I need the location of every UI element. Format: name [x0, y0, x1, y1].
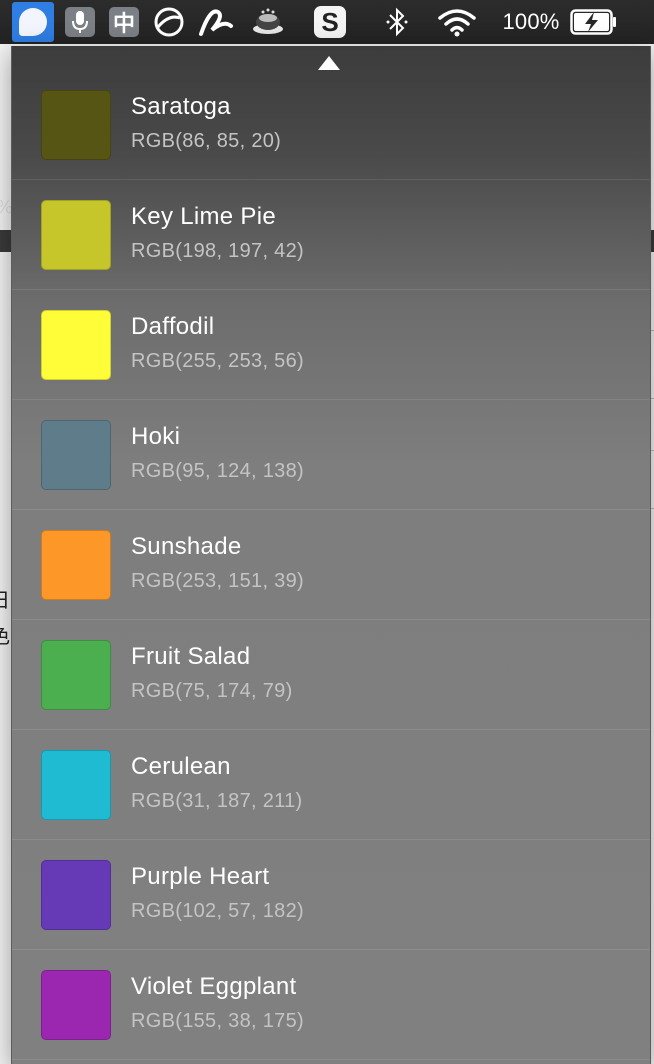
- color-swatch: [41, 530, 111, 600]
- color-rgb-value: RGB(75, 174, 79): [131, 680, 293, 702]
- color-name: Cerulean: [131, 753, 231, 780]
- bluetooth-menu-item[interactable]: [382, 0, 412, 44]
- color-name: Key Lime Pie: [131, 203, 276, 230]
- color-row[interactable]: Fruit Salad RGB(75, 174, 79): [12, 620, 650, 730]
- tray-menu-item[interactable]: [248, 0, 288, 44]
- app-dot-icon: [19, 8, 47, 36]
- color-swatch: [41, 90, 111, 160]
- s-app-icon: S: [314, 6, 346, 38]
- circle-slash-icon: [154, 7, 184, 37]
- wifi-menu-item[interactable]: [436, 0, 478, 44]
- color-row[interactable]: Key Lime Pie RGB(198, 197, 42): [12, 180, 650, 290]
- color-row[interactable]: Purple Heart RGB(102, 57, 182): [12, 840, 650, 950]
- dictation-menu-item[interactable]: [64, 0, 96, 44]
- color-swatch: [41, 420, 111, 490]
- color-name: Purple Heart: [131, 863, 270, 890]
- color-app-menu-item[interactable]: [12, 2, 54, 42]
- color-rgb-value: RGB(31, 187, 211): [131, 790, 303, 812]
- battery-percentage: 100%: [502, 9, 560, 34]
- tray-icon: [253, 8, 283, 34]
- color-rgb-value: RGB(95, 124, 138): [131, 460, 304, 482]
- color-name: Fruit Salad: [131, 643, 251, 670]
- color-row[interactable]: Sunshade RGB(253, 151, 39): [12, 510, 650, 620]
- color-name: Violet Eggplant: [131, 973, 297, 1000]
- color-swatch: [41, 970, 111, 1040]
- color-name: Daffodil: [131, 313, 215, 340]
- microphone-icon: [65, 7, 95, 37]
- color-list: Saratoga RGB(86, 85, 20) Key Lime Pie RGB(1…: [12, 70, 650, 1060]
- color-swatch: [41, 200, 111, 270]
- bluetooth-icon: [386, 7, 408, 37]
- color-rgb-value: RGB(198, 197, 42): [131, 240, 304, 262]
- color-swatch: [41, 640, 111, 710]
- color-row[interactable]: Hoki RGB(95, 124, 138): [12, 400, 650, 510]
- background-text: 色: [0, 620, 10, 649]
- background-text: 日: [0, 584, 10, 613]
- color-row[interactable]: Saratoga RGB(86, 85, 20): [12, 70, 650, 180]
- color-swatch: [41, 750, 111, 820]
- color-rgb-value: RGB(155, 38, 175): [131, 1010, 304, 1032]
- color-rgb-value: RGB(255, 253, 56): [131, 350, 304, 372]
- color-swatch: [41, 310, 111, 380]
- pen-swoosh-icon: [199, 9, 233, 36]
- color-swatch: [41, 860, 111, 930]
- wifi-icon: [438, 9, 476, 37]
- color-name: Saratoga: [131, 93, 231, 120]
- status-menu-item[interactable]: [151, 0, 187, 44]
- color-rgb-value: RGB(86, 85, 20): [131, 130, 282, 152]
- s-app-menu-item[interactable]: S: [312, 0, 348, 44]
- color-name: Hoki: [131, 423, 181, 450]
- color-row[interactable]: Cerulean RGB(31, 187, 211): [12, 730, 650, 840]
- color-name: Sunshade: [131, 533, 242, 560]
- input-source-menu-item[interactable]: 中: [108, 0, 140, 44]
- popover-arrow: [318, 56, 340, 70]
- color-rgb-value: RGB(253, 151, 39): [131, 570, 304, 592]
- menu-bar: 中 S 100%: [0, 0, 654, 44]
- color-picker-popover: Saratoga RGB(86, 85, 20) Key Lime Pie RGB(1…: [11, 46, 651, 1064]
- color-row[interactable]: Violet Eggplant RGB(155, 38, 175): [12, 950, 650, 1060]
- battery-charging-icon: [570, 9, 616, 35]
- pen-menu-item[interactable]: [196, 0, 236, 44]
- battery-menu-item[interactable]: [568, 0, 620, 44]
- chinese-input-icon: 中: [109, 7, 139, 37]
- color-row[interactable]: Daffodil RGB(255, 253, 56): [12, 290, 650, 400]
- color-rgb-value: RGB(102, 57, 182): [131, 900, 304, 922]
